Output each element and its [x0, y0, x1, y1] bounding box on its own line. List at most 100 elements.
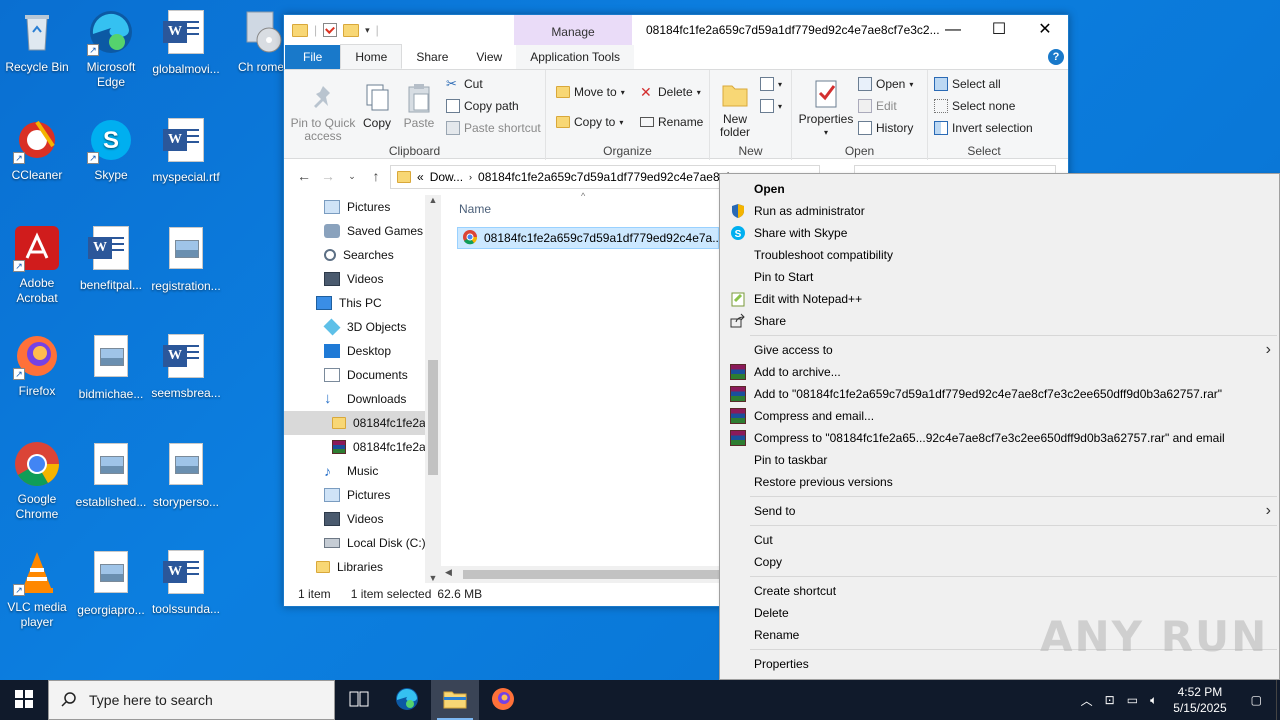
nav-item-videos-pc[interactable]: Videos [284, 507, 439, 531]
paste-button[interactable]: Paste [402, 82, 436, 130]
nav-item-music[interactable]: ♪ Music [284, 459, 439, 483]
nav-item-3d-objects[interactable]: 3D Objects [284, 315, 439, 339]
delete-button[interactable]: ✕ Delete ▾ [640, 82, 701, 102]
desktop-icon-recycle-bin[interactable]: Recycle Bin [0, 8, 74, 75]
menu-item-add-to-rar[interactable]: Add to "08184fc1fe2a659c7d59a1df779ed92c… [720, 383, 1279, 405]
nav-item-this-pc[interactable]: This PC [284, 291, 439, 315]
maximize-button[interactable]: ☐ [976, 15, 1022, 45]
recent-locations-button[interactable]: ⌄ [340, 171, 364, 182]
nav-item-videos[interactable]: Videos [284, 267, 439, 291]
copy-button[interactable]: Copy [360, 82, 394, 130]
menu-item-troubleshoot[interactable]: Troubleshoot compatibility [720, 244, 1279, 266]
address-overflow[interactable]: « [417, 170, 424, 184]
help-icon[interactable]: ? [1048, 49, 1064, 65]
notifications-icon[interactable]: ▢ [1237, 693, 1276, 707]
pin-quick-access-button[interactable]: Pin to Quick access [288, 82, 358, 143]
desktop-icon-georgiapro[interactable]: georgiapro... [74, 548, 148, 618]
tab-manage[interactable]: Manage [514, 15, 632, 45]
desktop-icon-storyperso[interactable]: storyperso... [149, 440, 223, 510]
paste-shortcut-button[interactable]: Paste shortcut [446, 118, 541, 138]
nav-item-download-archive[interactable]: 08184fc1fe2a [284, 435, 439, 459]
move-to-button[interactable]: Move to ▾ [556, 82, 625, 102]
nav-item-downloads[interactable]: ↓ Downloads [284, 387, 439, 411]
forward-button[interactable]: → [316, 168, 340, 184]
minimize-button[interactable]: — [930, 15, 976, 45]
select-all-button[interactable]: Select all [934, 74, 1001, 94]
menu-item-edit-notepadpp[interactable]: Edit with Notepad++ [720, 288, 1279, 310]
menu-item-run-as-admin[interactable]: Run as administrator [720, 200, 1279, 222]
qat-dropdown-icon[interactable]: ▾ [365, 25, 370, 36]
desktop-icon-adobe-acrobat[interactable]: ↗ Adobe Acrobat [0, 224, 74, 306]
menu-item-give-access[interactable]: Give access to › [720, 339, 1279, 361]
copy-path-button[interactable]: Copy path [446, 96, 519, 116]
desktop-icon-bidmichae[interactable]: bidmichae... [74, 332, 148, 402]
volume-icon[interactable]: 🔈︎ [1144, 693, 1163, 708]
desktop-icon-ccleaner[interactable]: ↗ CCleaner [0, 116, 74, 183]
file-list[interactable]: ^ Name 08184fc1fe2a659c7d59a1df779ed92c4… [441, 187, 719, 583]
taskbar-firefox[interactable] [479, 680, 527, 720]
properties-button[interactable]: Properties ▾ [798, 78, 854, 139]
content-horizontal-scrollbar[interactable]: ◀ [441, 566, 719, 583]
desktop-icon-myspecial[interactable]: W myspecial.rtf [149, 116, 223, 185]
show-hidden-icons-icon[interactable]: ︿ [1075, 692, 1099, 709]
menu-item-cut[interactable]: Cut [720, 529, 1279, 551]
scroll-thumb[interactable] [428, 360, 438, 475]
rename-button[interactable]: Rename [640, 112, 703, 132]
invert-selection-button[interactable]: Invert selection [934, 118, 1033, 138]
desktop-icon-globalmovi[interactable]: W globalmovi... [149, 8, 223, 77]
menu-item-open[interactable]: Open [720, 178, 1279, 200]
tab-file[interactable]: File [285, 45, 341, 69]
start-button[interactable] [0, 680, 48, 720]
show-desktop-button[interactable] [1276, 680, 1280, 720]
copy-to-button[interactable]: Copy to ▾ [556, 112, 623, 132]
desktop-icon-established[interactable]: established... [74, 440, 148, 510]
cut-button[interactable]: ✂ Cut [446, 74, 483, 94]
desktop-icon-skype[interactable]: S ↗ Skype [74, 116, 148, 183]
scroll-left-icon[interactable]: ◀ [445, 567, 452, 578]
menu-item-pin-start[interactable]: Pin to Start [720, 266, 1279, 288]
clock[interactable]: 4:52 PM 5/15/2025 [1163, 684, 1236, 716]
menu-item-create-shortcut[interactable]: Create shortcut [720, 580, 1279, 602]
column-header-name[interactable]: Name [459, 202, 491, 216]
menu-item-share[interactable]: Share [720, 310, 1279, 332]
edit-button[interactable]: Edit [858, 96, 897, 116]
menu-item-restore-versions[interactable]: Restore previous versions [720, 471, 1279, 493]
taskbar-edge[interactable] [383, 680, 431, 720]
menu-item-compress-email[interactable]: Compress and email... [720, 405, 1279, 427]
desktop-icon-registration[interactable]: registration... [149, 224, 223, 294]
history-button[interactable]: History [858, 118, 913, 138]
file-item-selected[interactable]: 08184fc1fe2a659c7d59a1df779ed92c4e7a... [457, 227, 719, 249]
easy-access-button[interactable]: ▾ [760, 96, 782, 116]
close-button[interactable]: ✕ [1022, 15, 1068, 45]
back-button[interactable]: ← [292, 168, 316, 184]
tab-view[interactable]: View [462, 45, 516, 69]
taskbar-file-explorer[interactable] [431, 680, 479, 720]
desktop-icon-google-chrome[interactable]: Google Chrome [0, 440, 74, 522]
tab-application-tools[interactable]: Application Tools [516, 45, 635, 69]
new-folder-qat-icon[interactable] [343, 23, 360, 37]
scroll-thumb[interactable] [463, 570, 719, 579]
up-button[interactable]: ↑ [364, 168, 388, 184]
properties-qat-icon[interactable] [323, 23, 338, 37]
select-none-button[interactable]: Select none [934, 96, 1015, 116]
network-icon[interactable]: ▭ [1121, 693, 1144, 707]
nav-item-searches[interactable]: Searches [284, 243, 439, 267]
menu-item-copy[interactable]: Copy [720, 551, 1279, 573]
nav-item-pictures[interactable]: Pictures [284, 195, 439, 219]
breadcrumb-downloads[interactable]: Dow... [430, 170, 463, 184]
new-folder-button[interactable]: New folder [716, 78, 754, 139]
desktop-icon-microsoft-edge[interactable]: ↗ Microsoft Edge [74, 8, 148, 90]
title-bar[interactable]: | ▾ | Manage 08184fc1fe2a659c7d59a1df779… [284, 15, 1068, 45]
desktop-icon-seemsbrea[interactable]: W seemsbrea... [149, 332, 223, 401]
desktop-icon-firefox[interactable]: ↗ Firefox [0, 332, 74, 399]
nav-item-saved-games[interactable]: Saved Games [284, 219, 439, 243]
tab-home[interactable]: Home [340, 44, 403, 69]
menu-item-send-to[interactable]: Send to › [720, 500, 1279, 522]
new-item-button[interactable]: ▾ [760, 74, 782, 94]
taskbar-search[interactable]: Type here to search [48, 680, 335, 720]
nav-item-desktop[interactable]: Desktop [284, 339, 439, 363]
menu-item-add-archive[interactable]: Add to archive... [720, 361, 1279, 383]
tab-share[interactable]: Share [402, 45, 462, 69]
scroll-up-icon[interactable]: ▲ [425, 195, 441, 205]
nav-item-local-disk[interactable]: Local Disk (C:) [284, 531, 439, 555]
